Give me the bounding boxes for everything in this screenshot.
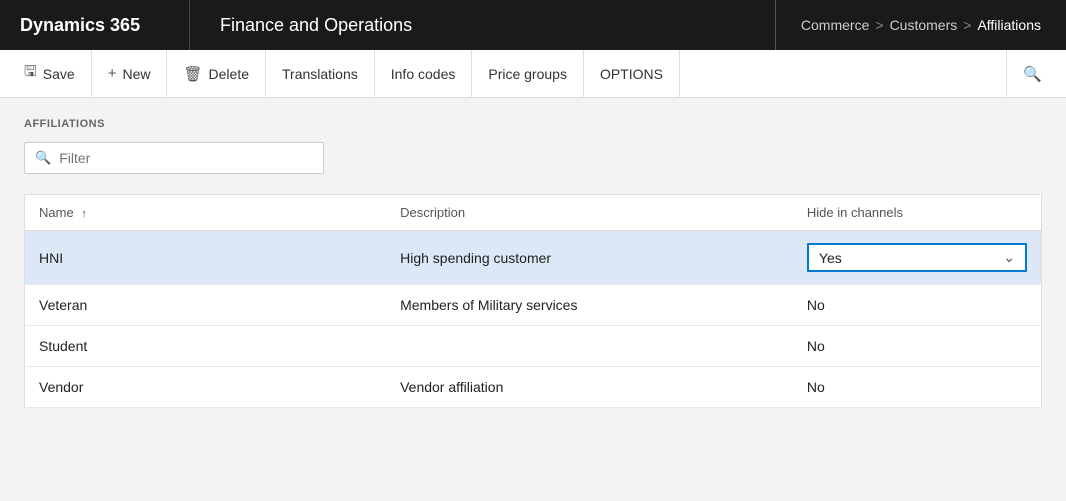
- sort-asc-icon: ↑: [81, 208, 87, 220]
- new-button[interactable]: + New: [92, 50, 168, 97]
- breadcrumb-part1: Commerce: [801, 17, 869, 33]
- filter-input[interactable]: [59, 150, 313, 166]
- cell-name: Student: [25, 326, 387, 367]
- delete-icon: 🗑: [183, 65, 202, 83]
- breadcrumb-part2: Customers: [890, 17, 958, 33]
- cell-name: Veteran: [25, 285, 387, 326]
- toolbar: 🖫 Save + New 🗑 Delete Translations Info …: [0, 50, 1066, 98]
- col-header-description: Description: [386, 195, 793, 231]
- app-name: Finance and Operations: [190, 0, 776, 50]
- app-header: Dynamics 365 Finance and Operations Comm…: [0, 0, 1066, 50]
- chevron-down-icon: ⌄: [1003, 249, 1015, 266]
- dynamics-label: Dynamics 365: [20, 15, 140, 36]
- breadcrumb: Commerce > Customers > Affiliations: [776, 0, 1066, 50]
- new-label: New: [122, 66, 150, 82]
- cell-description: Vendor affiliation: [386, 367, 793, 408]
- cell-description: [386, 326, 793, 367]
- price-groups-label: Price groups: [488, 66, 567, 82]
- table-header: Name ↑ Description Hide in channels: [25, 195, 1042, 231]
- app-label: Finance and Operations: [220, 15, 412, 36]
- breadcrumb-current: Affiliations: [977, 17, 1041, 33]
- delete-label: Delete: [209, 66, 249, 82]
- cell-hide-in-channels: No: [793, 367, 1042, 408]
- cell-hide-in-channels: No: [793, 326, 1042, 367]
- filter-search-icon: 🔍: [35, 150, 51, 166]
- info-codes-button[interactable]: Info codes: [375, 50, 473, 97]
- table-row[interactable]: VendorVendor affiliationNo: [25, 367, 1042, 408]
- col-header-hide-in-channels: Hide in channels: [793, 195, 1042, 231]
- dropdown-value: Yes: [819, 250, 842, 266]
- delete-button[interactable]: 🗑 Delete: [167, 50, 266, 97]
- cell-name: Vendor: [25, 367, 387, 408]
- table-row[interactable]: Student No: [25, 326, 1042, 367]
- filter-bar[interactable]: 🔍: [24, 142, 324, 174]
- search-icon: 🔍: [1023, 65, 1042, 83]
- breadcrumb-sep2: >: [963, 17, 971, 33]
- table-header-row: Name ↑ Description Hide in channels: [25, 195, 1042, 231]
- options-label: OPTIONS: [600, 66, 663, 82]
- col-name-label: Name: [39, 205, 74, 220]
- affiliations-table: Name ↑ Description Hide in channels HNIH…: [24, 194, 1042, 408]
- cell-hide-in-channels: No: [793, 285, 1042, 326]
- col-header-name: Name ↑: [25, 195, 387, 231]
- cell-description: Members of Military services: [386, 285, 793, 326]
- table-row[interactable]: VeteranMembers of Military servicesNo: [25, 285, 1042, 326]
- dynamics-logo: Dynamics 365: [0, 0, 190, 50]
- options-button[interactable]: OPTIONS: [584, 50, 680, 97]
- col-hide-label: Hide in channels: [807, 205, 903, 220]
- cell-hide-in-channels[interactable]: Yes ⌄: [793, 231, 1042, 285]
- translations-label: Translations: [282, 66, 358, 82]
- save-button[interactable]: 🖫 Save: [8, 50, 92, 97]
- save-label: Save: [43, 66, 75, 82]
- table-row[interactable]: HNIHigh spending customer Yes ⌄: [25, 231, 1042, 285]
- translations-button[interactable]: Translations: [266, 50, 375, 97]
- col-description-label: Description: [400, 205, 465, 220]
- save-icon: 🖫: [24, 61, 37, 86]
- hide-in-channels-dropdown[interactable]: Yes ⌄: [807, 243, 1027, 272]
- section-title: AFFILIATIONS: [24, 118, 1042, 130]
- cell-description: High spending customer: [386, 231, 793, 285]
- info-codes-label: Info codes: [391, 66, 456, 82]
- breadcrumb-sep1: >: [875, 17, 883, 33]
- cell-name: HNI: [25, 231, 387, 285]
- search-button[interactable]: 🔍: [1006, 50, 1058, 97]
- table-body: HNIHigh spending customer Yes ⌄ VeteranMemb…: [25, 231, 1042, 408]
- main-content: AFFILIATIONS 🔍 Name ↑ Description Hide i…: [0, 98, 1066, 501]
- price-groups-button[interactable]: Price groups: [472, 50, 584, 97]
- new-plus-icon: +: [108, 65, 117, 82]
